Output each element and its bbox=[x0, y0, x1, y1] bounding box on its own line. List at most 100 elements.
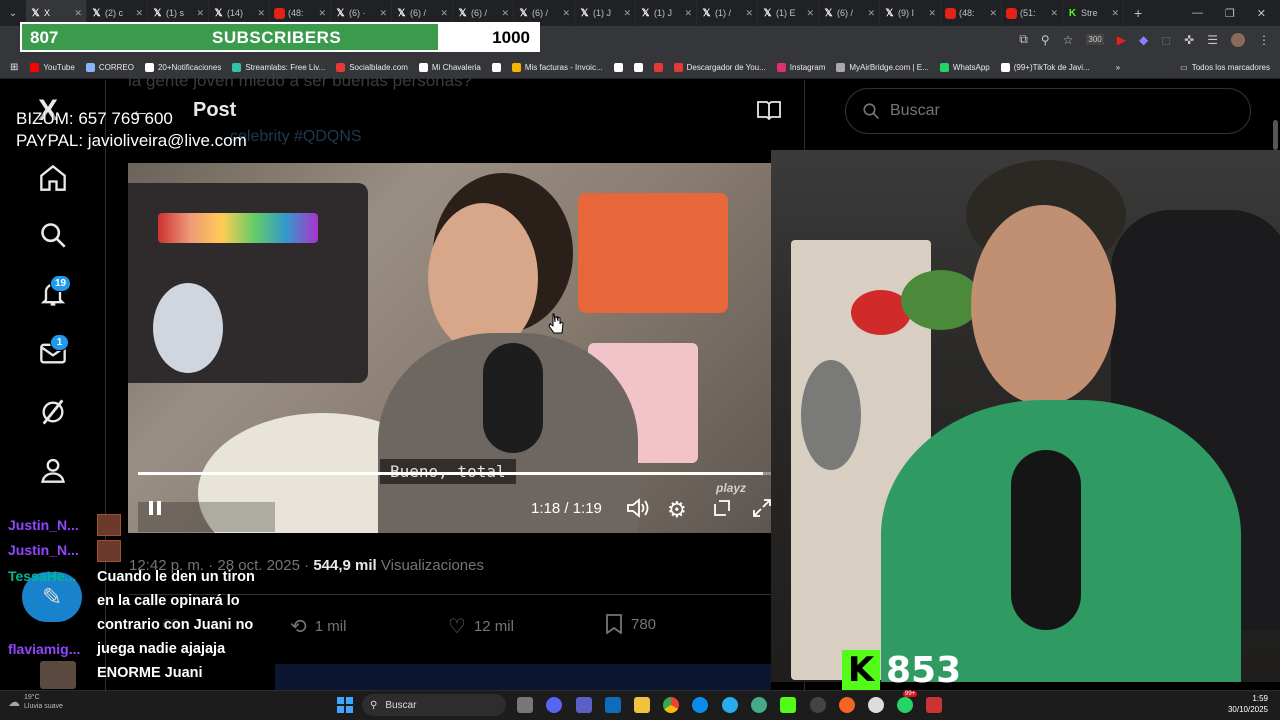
tab-close-icon[interactable]: ✕ bbox=[318, 8, 326, 19]
browser-tab[interactable]: K Stre ✕ bbox=[1063, 0, 1124, 26]
bookmark-button[interactable]: 780 bbox=[605, 614, 656, 634]
nav-grok[interactable] bbox=[33, 392, 73, 432]
obs-icon[interactable] bbox=[810, 697, 826, 713]
bookmark-item[interactable]: CORREO bbox=[85, 63, 134, 72]
bookmark-favicon-icon bbox=[85, 63, 95, 72]
mouse-cursor-icon bbox=[548, 313, 564, 340]
dock-icon[interactable] bbox=[712, 498, 732, 523]
extension-icon[interactable]: ◆ bbox=[1139, 33, 1148, 47]
install-icon[interactable]: ⧉ bbox=[1019, 32, 1028, 47]
video-progress-bar[interactable] bbox=[138, 472, 771, 475]
tab-close-icon[interactable]: ✕ bbox=[135, 8, 143, 19]
browser-tab[interactable]: 𝕏 (9) I ✕ bbox=[880, 0, 941, 26]
tab-close-icon[interactable]: ✕ bbox=[196, 8, 204, 19]
star-icon[interactable]: ☆ bbox=[1063, 33, 1074, 47]
browser-tab[interactable]: 𝕏 (1) J ✕ bbox=[575, 0, 636, 26]
tab-label: (48: bbox=[959, 8, 975, 18]
tab-close-icon[interactable]: ✕ bbox=[379, 8, 387, 19]
bookmark-item[interactable] bbox=[653, 63, 663, 72]
browser-tab[interactable]: (48: ✕ bbox=[941, 0, 1002, 26]
tab-close-icon[interactable]: ✕ bbox=[867, 8, 875, 19]
nav-explore[interactable] bbox=[33, 215, 73, 255]
bookmarks-more-button[interactable]: » bbox=[1116, 63, 1120, 72]
all-bookmarks-button[interactable]: ▭ Todos los marcadores bbox=[1180, 63, 1270, 72]
outlook-icon[interactable] bbox=[605, 697, 621, 713]
start-icon[interactable] bbox=[337, 697, 353, 713]
search-input[interactable] bbox=[890, 102, 1190, 120]
search-box[interactable] bbox=[845, 88, 1251, 134]
file-explorer-icon[interactable] bbox=[634, 697, 650, 713]
browser-tab[interactable]: 𝕏 (1) E ✕ bbox=[758, 0, 819, 26]
edge-icon[interactable] bbox=[692, 697, 708, 713]
bookmark-item[interactable] bbox=[491, 63, 501, 72]
taskbar-search[interactable]: ⚲ Buscar bbox=[362, 694, 506, 716]
app-icon[interactable] bbox=[751, 697, 767, 713]
tab-close-icon[interactable]: ✕ bbox=[745, 8, 753, 19]
puzzle-icon[interactable]: ✜ bbox=[1184, 33, 1194, 47]
pause-icon[interactable] bbox=[145, 498, 165, 518]
system-clock[interactable]: 1:59 30/10/2025 bbox=[1228, 693, 1268, 715]
discord-icon[interactable] bbox=[546, 697, 562, 713]
youtube-extension-icon[interactable]: ▶ bbox=[1117, 33, 1126, 47]
task-view-icon[interactable] bbox=[517, 697, 533, 713]
chat-emote bbox=[97, 540, 121, 562]
restore-icon[interactable]: ❐ bbox=[1225, 7, 1235, 20]
browser-tab[interactable]: (51: ✕ bbox=[1002, 0, 1063, 26]
browser-tab[interactable]: 𝕏 (1) J ✕ bbox=[636, 0, 697, 26]
tab-close-icon[interactable]: ✕ bbox=[501, 8, 509, 19]
settings-icon[interactable]: ⚙ bbox=[667, 497, 687, 523]
tab-close-icon[interactable]: ✕ bbox=[562, 8, 570, 19]
apps-icon[interactable]: ⊞ bbox=[10, 62, 18, 73]
app4-icon[interactable] bbox=[926, 697, 942, 713]
nav-home[interactable] bbox=[33, 158, 73, 198]
extension-counter-icon[interactable]: 300 bbox=[1086, 34, 1104, 45]
bookmark-item[interactable] bbox=[633, 63, 643, 72]
bookmark-item[interactable]: Instagram bbox=[776, 63, 825, 72]
app3-icon[interactable] bbox=[868, 697, 884, 713]
chrome-icon[interactable] bbox=[663, 697, 679, 713]
scrollbar[interactable] bbox=[1273, 120, 1278, 150]
window-close-icon[interactable]: ✕ bbox=[1257, 7, 1266, 20]
tab-close-icon[interactable]: ✕ bbox=[623, 8, 631, 19]
new-tab-button[interactable]: + bbox=[1134, 5, 1142, 21]
fullscreen-icon[interactable] bbox=[752, 498, 772, 523]
weather-widget[interactable]: ☁ 19°C Lluvia suave bbox=[8, 693, 63, 711]
volume-icon[interactable] bbox=[626, 497, 650, 524]
bookmark-item[interactable]: Descargador de You... bbox=[673, 63, 766, 72]
telegram-icon[interactable] bbox=[722, 697, 738, 713]
bookmark-item[interactable]: Mis facturas - Invoic... bbox=[511, 63, 603, 72]
tab-close-icon[interactable]: ✕ bbox=[1050, 8, 1058, 19]
bookmark-item[interactable]: YouTube bbox=[30, 63, 75, 72]
minimize-icon[interactable]: — bbox=[1192, 7, 1203, 20]
tab-close-icon[interactable]: ✕ bbox=[684, 8, 692, 19]
penguin-plush bbox=[153, 283, 223, 373]
tab-label: (1) J bbox=[593, 8, 611, 18]
zoom-icon[interactable]: ⚲ bbox=[1041, 33, 1050, 47]
bookmark-item[interactable]: MyAirBridge.com | E... bbox=[836, 63, 929, 72]
app2-icon[interactable] bbox=[839, 697, 855, 713]
browser-tab[interactable]: 𝕏 (1) / ✕ bbox=[697, 0, 758, 26]
bookmark-item[interactable]: WhatsApp bbox=[939, 63, 990, 72]
tab-close-icon[interactable]: ✕ bbox=[806, 8, 814, 19]
extension2-icon[interactable]: ◻ bbox=[1161, 33, 1171, 47]
menu-icon[interactable]: ⋮ bbox=[1258, 33, 1270, 47]
sidebar-icon[interactable]: ☰ bbox=[1207, 33, 1218, 47]
whatsapp-icon[interactable] bbox=[897, 697, 913, 713]
tab-close-icon[interactable]: ✕ bbox=[257, 8, 265, 19]
bookmark-favicon-icon bbox=[653, 63, 663, 72]
tab-close-icon[interactable]: ✕ bbox=[440, 8, 448, 19]
tab-close-icon[interactable]: ✕ bbox=[928, 8, 936, 19]
bookmark-item[interactable]: (99+)TikTok de Javi... bbox=[1000, 63, 1090, 72]
teams-icon[interactable] bbox=[576, 697, 592, 713]
reader-mode-icon[interactable] bbox=[757, 100, 781, 125]
bookmark-item[interactable] bbox=[613, 63, 623, 72]
repost-button[interactable]: ⟲ 1 mil bbox=[290, 614, 346, 639]
kick-app-icon[interactable] bbox=[780, 697, 796, 713]
tab-close-icon[interactable]: ✕ bbox=[989, 8, 997, 19]
tab-close-icon[interactable]: ✕ bbox=[1111, 8, 1119, 19]
like-button[interactable]: ♡ 12 mil bbox=[448, 614, 514, 639]
browser-tab[interactable]: 𝕏 (6) / ✕ bbox=[819, 0, 880, 26]
profile-avatar-icon[interactable] bbox=[1231, 32, 1245, 47]
tab-close-icon[interactable]: ✕ bbox=[74, 8, 82, 19]
nav-profile[interactable] bbox=[33, 450, 73, 490]
